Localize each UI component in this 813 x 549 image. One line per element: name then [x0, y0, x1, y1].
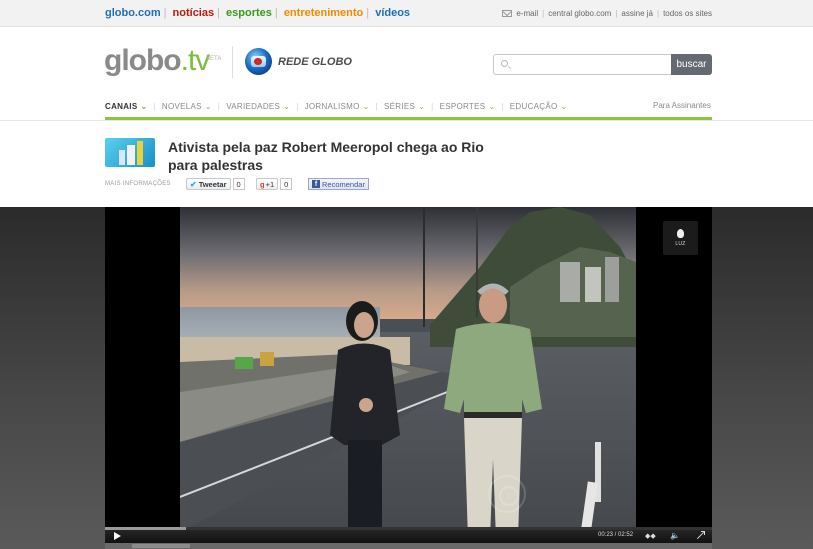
- tweet-share: ✔ Tweetar 0: [186, 178, 245, 190]
- tweet-label: Tweetar: [198, 179, 227, 189]
- chevron-down-icon: ⌄: [283, 101, 291, 111]
- search-box: [493, 54, 672, 75]
- fullscreen-icon[interactable]: [696, 531, 705, 539]
- search-icon: [501, 60, 508, 67]
- main-nav: CANAIS ⌄ | NOVELAS ⌄ | VARIEDADES ⌄ | JORNA…: [105, 101, 568, 111]
- nav-item-educacao[interactable]: EDUCAÇÃO ⌄: [510, 102, 568, 111]
- nav-item-label: ESPORTES: [439, 101, 486, 111]
- central-globo-link[interactable]: central globo.com: [548, 9, 611, 18]
- header-divider: [232, 46, 233, 78]
- progress-fill: [105, 527, 187, 530]
- nav-item-esportes[interactable]: ESPORTES ⌄: [440, 102, 496, 111]
- portal-link-esportes[interactable]: esportes: [226, 7, 272, 19]
- chevron-down-icon: ⌄: [488, 101, 496, 111]
- player-bottom-strip: [105, 543, 712, 549]
- nav-item-label: JORNALISMO: [304, 101, 360, 111]
- video-title: Ativista pela paz Robert Meeropol chega …: [168, 139, 484, 173]
- woman-figure: [330, 301, 400, 527]
- light-label: LUZ: [675, 241, 686, 247]
- envelope-icon: [502, 10, 513, 17]
- video-frame[interactable]: [180, 207, 636, 527]
- logo-tv-text: .tv: [180, 44, 211, 77]
- chevron-down-icon: ⌄: [140, 101, 148, 111]
- nav-item-variedades[interactable]: VARIEDADES ⌄: [226, 102, 290, 111]
- nav-item-label: VARIEDADES: [226, 101, 281, 111]
- email-link[interactable]: e-mail: [516, 9, 538, 18]
- nav-item-jornalismo[interactable]: JORNALISMO ⌄: [305, 102, 370, 111]
- tweet-count: 0: [232, 178, 245, 190]
- time-display: 00:23 / 02:52: [598, 532, 634, 538]
- chevron-down-icon: ⌄: [362, 101, 370, 111]
- nav-item-series[interactable]: SÉRIES ⌄: [384, 102, 425, 111]
- facebook-share: f Recomendar: [308, 178, 369, 190]
- player-controls: 00:23 / 02:52 ◆◆ 🔈: [105, 527, 712, 543]
- logo-main-text: globo: [104, 44, 182, 77]
- quality-toggle-icon[interactable]: ◆◆: [645, 532, 656, 540]
- gplus-share: g +1 0: [256, 178, 293, 190]
- volume-icon[interactable]: 🔈: [670, 531, 680, 540]
- chevron-down-icon: ⌄: [418, 101, 426, 111]
- portal-link-videos[interactable]: vídeos: [375, 7, 410, 19]
- nav-item-label: CANAIS: [105, 101, 138, 111]
- nav-item-label: EDUCAÇÃO: [509, 101, 558, 111]
- facebook-label: Recomendar: [322, 179, 365, 189]
- rede-globo-logo-icon[interactable]: [245, 48, 272, 75]
- portal-links: globo.com | notícias | esportes | entreteni…: [105, 7, 411, 19]
- chevron-down-icon: ⌄: [560, 101, 568, 111]
- portal-link-entretenimento[interactable]: entretenimento: [284, 7, 363, 19]
- lightbulb-icon: [677, 229, 684, 238]
- nav-item-label: SÉRIES: [384, 101, 416, 111]
- light-toggle-button[interactable]: LUZ: [663, 221, 698, 255]
- para-assinantes-link[interactable]: Para Assinantes: [653, 101, 711, 110]
- assine-ja-link[interactable]: assine já: [621, 9, 653, 18]
- video-player[interactable]: LUZ 00:23 / 02:52 ◆◆ 🔈: [105, 207, 712, 543]
- globo-tv-logo[interactable]: globo.tv: [104, 44, 211, 78]
- portal-link-globo[interactable]: globo.com: [105, 7, 161, 19]
- search-button[interactable]: buscar: [671, 54, 712, 75]
- time-total: 02:52: [618, 532, 634, 538]
- progress-bar[interactable]: [105, 527, 712, 530]
- todos-os-sites-link[interactable]: todos os sites: [663, 9, 712, 18]
- header-bottom-border: [0, 120, 813, 121]
- tweet-button[interactable]: ✔ Tweetar: [186, 178, 231, 190]
- facebook-recommend-button[interactable]: f Recomendar: [308, 178, 369, 190]
- global-topbar: globo.com | notícias | esportes | entreteni…: [0, 0, 813, 27]
- nav-item-label: NOVELAS: [161, 101, 202, 111]
- account-links: e-mail | central globo.com | assine já |…: [502, 9, 712, 18]
- rede-globo-label[interactable]: REDE GLOBO: [278, 56, 352, 68]
- gplus-count: 0: [280, 178, 293, 190]
- twitter-bird-icon: ✔: [190, 179, 197, 189]
- program-thumbnail[interactable]: [105, 138, 155, 167]
- facebook-icon: f: [312, 180, 320, 188]
- portal-link-noticias[interactable]: notícias: [173, 7, 215, 19]
- gplus-button[interactable]: g +1: [256, 178, 279, 190]
- play-icon[interactable]: [114, 532, 121, 540]
- time-current: 00:23: [598, 532, 614, 538]
- beta-badge: BETA: [206, 56, 222, 62]
- chevron-down-icon: ⌄: [204, 101, 212, 111]
- nav-item-canais[interactable]: CANAIS ⌄: [105, 102, 147, 111]
- search-input[interactable]: [514, 57, 664, 73]
- nav-item-novelas[interactable]: NOVELAS ⌄: [162, 102, 212, 111]
- globo-watermark-icon: [488, 475, 526, 513]
- gplus-label: +1: [265, 179, 275, 189]
- google-g-icon: g: [260, 179, 265, 189]
- mais-informacoes-label[interactable]: MAIS INFORMAÇÕES: [105, 181, 171, 187]
